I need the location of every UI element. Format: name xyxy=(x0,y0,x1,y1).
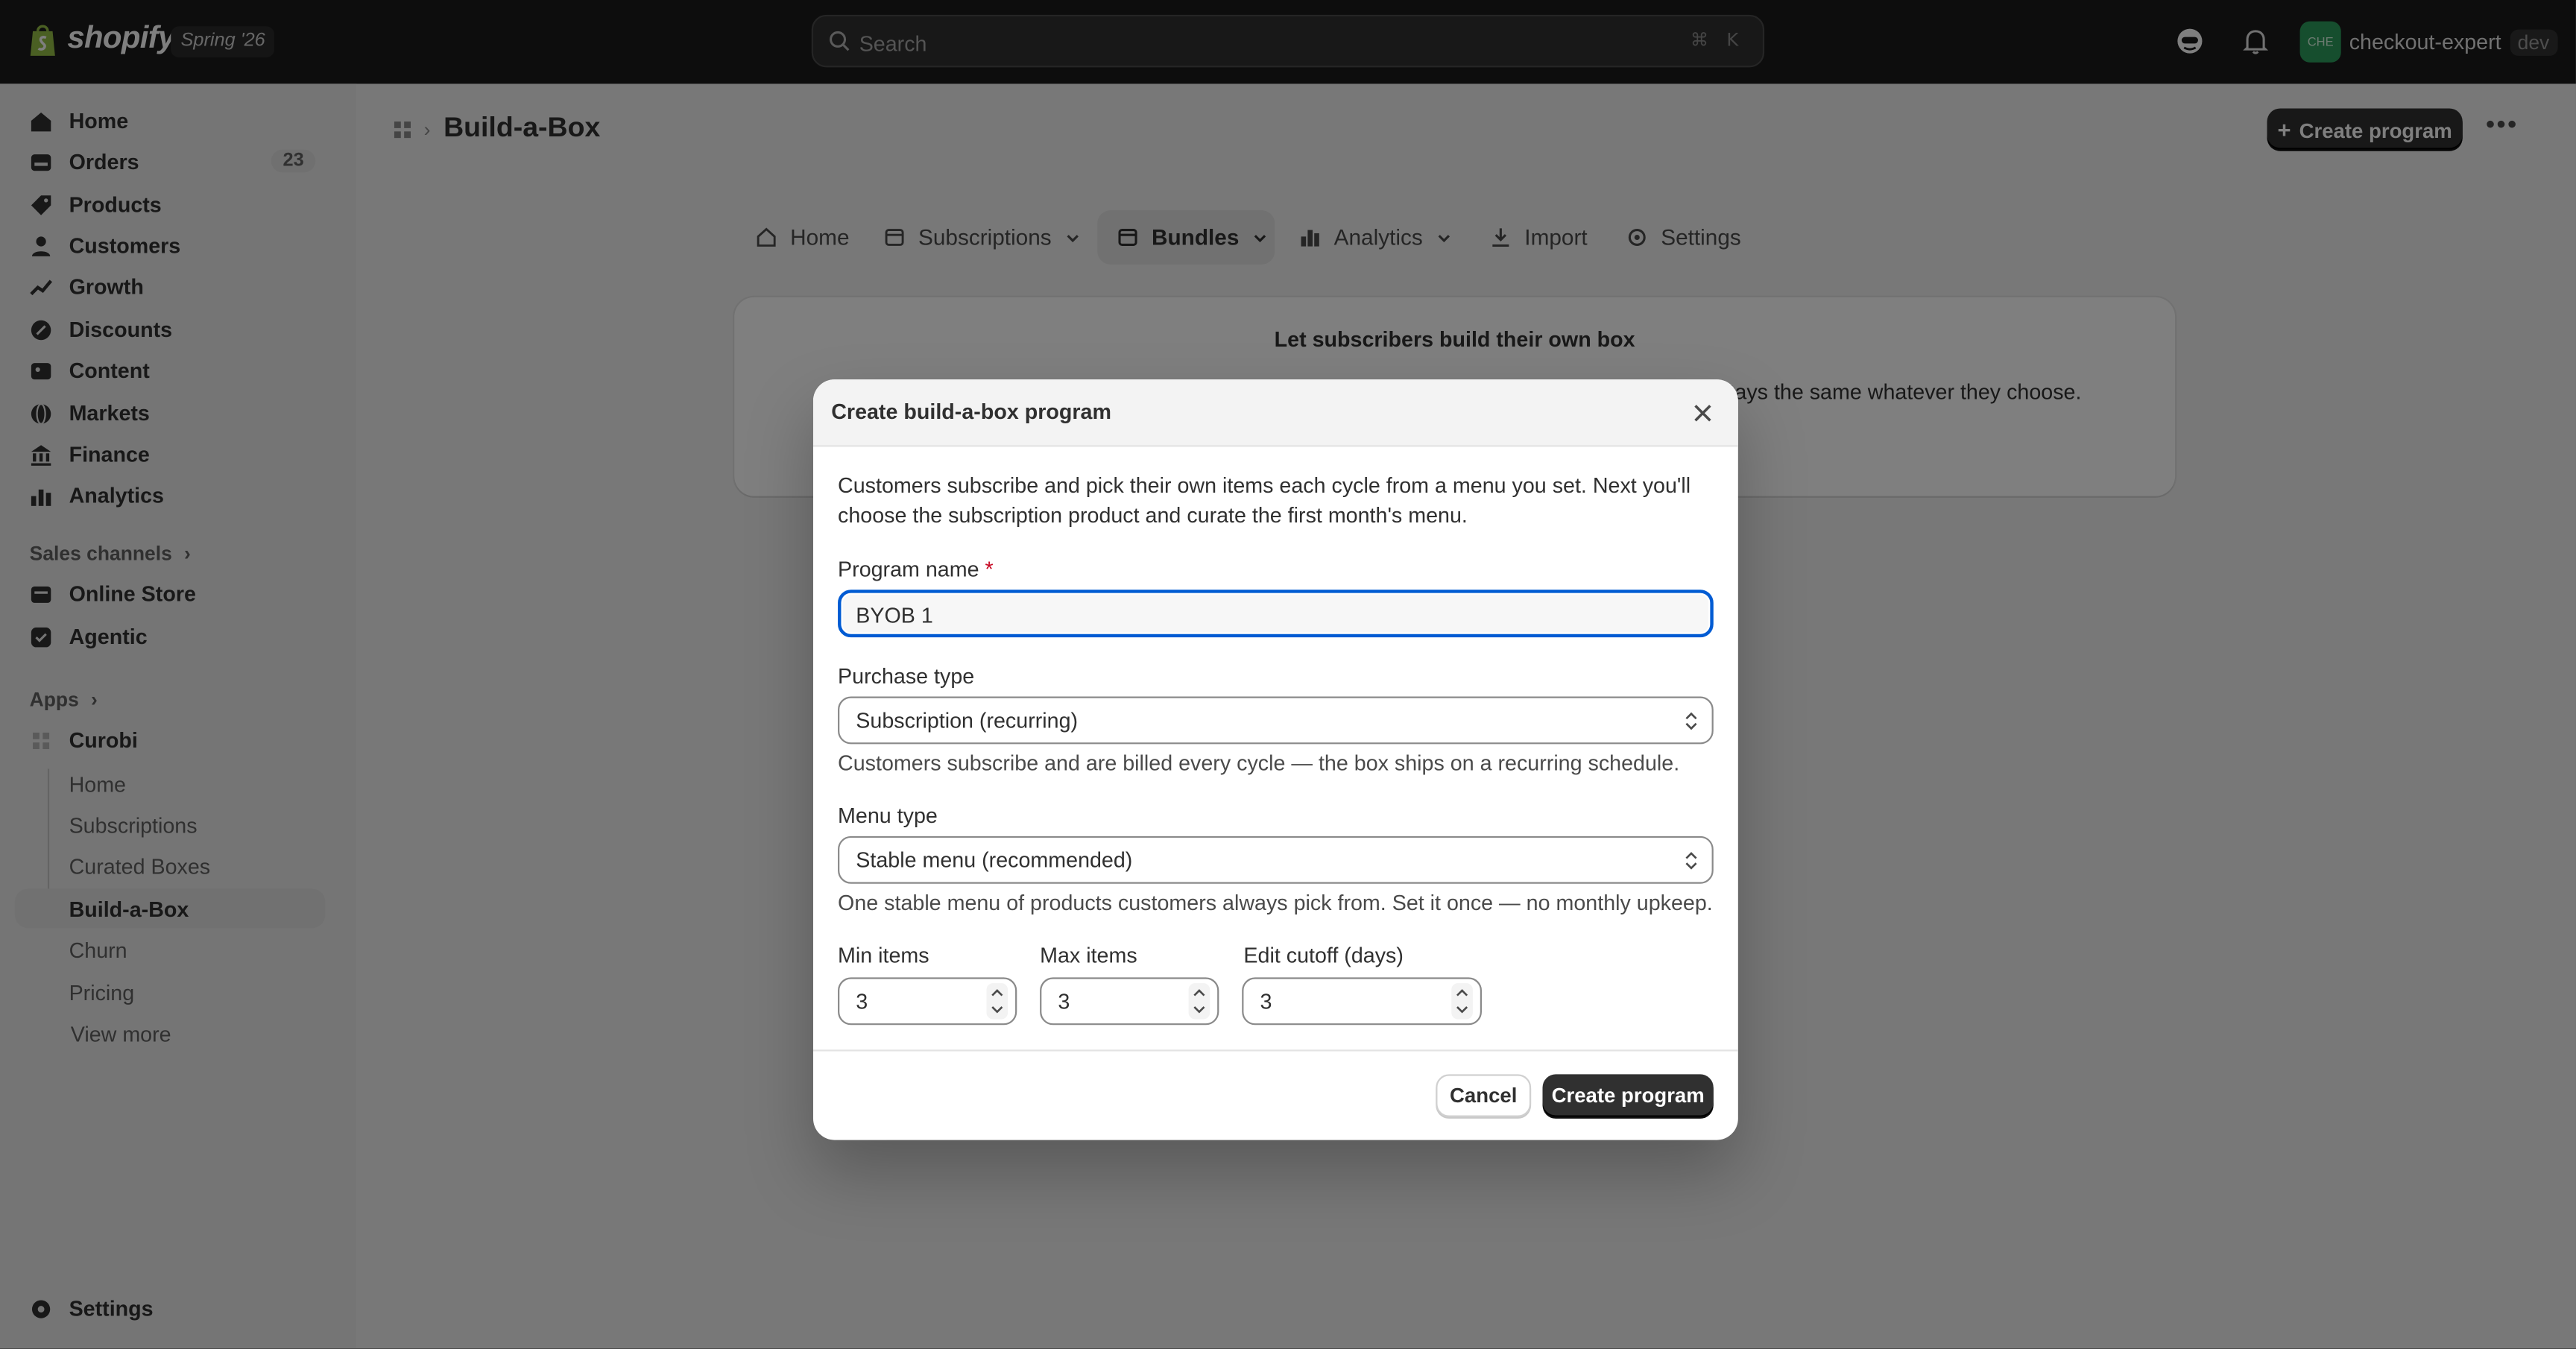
modal-header: Create build-a-box program xyxy=(812,379,1738,447)
purchase-type-value: Subscription (recurring) xyxy=(856,707,1079,733)
create-build-a-box-modal: Create build-a-box program Customers sub… xyxy=(812,379,1738,1140)
purchase-type-help: Customers subscribe and are billed every… xyxy=(838,751,1680,776)
purchase-type-label: Purchase type xyxy=(838,663,975,689)
cancel-button[interactable]: Cancel xyxy=(1436,1074,1532,1117)
select-chevrons-icon xyxy=(1685,852,1697,870)
program-name-label: Program name * xyxy=(838,557,994,581)
program-name-input[interactable] xyxy=(856,601,1678,630)
min-items-label: Min items xyxy=(838,943,929,968)
stepper-arrows-icon[interactable] xyxy=(985,982,1008,1020)
menu-type-select[interactable]: Stable menu (recommended) xyxy=(838,835,1714,884)
menu-type-value: Stable menu (recommended) xyxy=(856,847,1133,873)
min-items-stepper[interactable]: 3 xyxy=(838,977,1017,1026)
max-items-value: 3 xyxy=(1058,988,1070,1014)
min-items-value: 3 xyxy=(856,988,868,1014)
submit-create-program-button[interactable]: Create program xyxy=(1542,1074,1714,1117)
stepper-arrows-icon[interactable] xyxy=(1450,982,1474,1020)
modal-footer-divider xyxy=(812,1049,1738,1052)
edit-cutoff-value: 3 xyxy=(1260,988,1272,1014)
required-indicator: * xyxy=(985,557,994,582)
close-icon[interactable] xyxy=(1689,399,1717,427)
menu-type-help: One stable menu of products customers al… xyxy=(838,890,1713,915)
purchase-type-select[interactable]: Subscription (recurring) xyxy=(838,696,1714,745)
program-name-label-text: Program name xyxy=(838,557,979,582)
program-name-field[interactable] xyxy=(838,590,1714,638)
stepper-arrows-icon[interactable] xyxy=(1187,982,1210,1020)
max-items-stepper[interactable]: 3 xyxy=(1040,977,1219,1026)
edit-cutoff-stepper[interactable]: 3 xyxy=(1242,977,1483,1026)
edit-cutoff-label: Edit cutoff (days) xyxy=(1243,943,1404,968)
max-items-label: Max items xyxy=(1040,943,1137,968)
app-frame: shopify Spring '26 ⌘ K CHE checkout-expe… xyxy=(0,0,2576,1349)
menu-type-label: Menu type xyxy=(838,803,938,828)
select-chevrons-icon xyxy=(1685,712,1697,730)
modal-title: Create build-a-box program xyxy=(831,399,1111,424)
modal-description: Customers subscribe and pick their own i… xyxy=(838,473,1691,528)
